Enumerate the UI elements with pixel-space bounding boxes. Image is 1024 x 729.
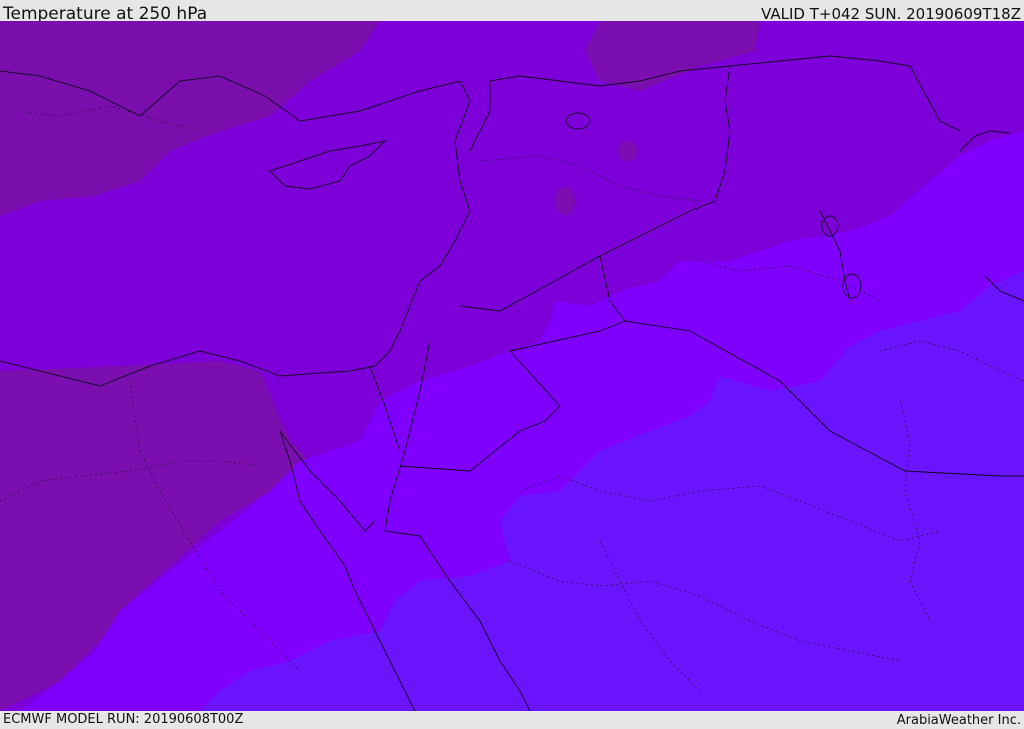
temperature-patch-cold-small	[555, 187, 575, 215]
temperature-map[interactable]	[0, 21, 1024, 711]
temperature-patch-cold-small	[618, 141, 638, 161]
model-run-label: ECMWF MODEL RUN: 20190608T00Z	[3, 712, 244, 727]
header-bar: Temperature at 250 hPa VALID T+042 SUN. …	[0, 0, 1024, 24]
credit-label: ArabiaWeather Inc.	[896, 713, 1021, 728]
footer-bar: ECMWF MODEL RUN: 20190608T00Z ArabiaWeat…	[0, 711, 1024, 729]
